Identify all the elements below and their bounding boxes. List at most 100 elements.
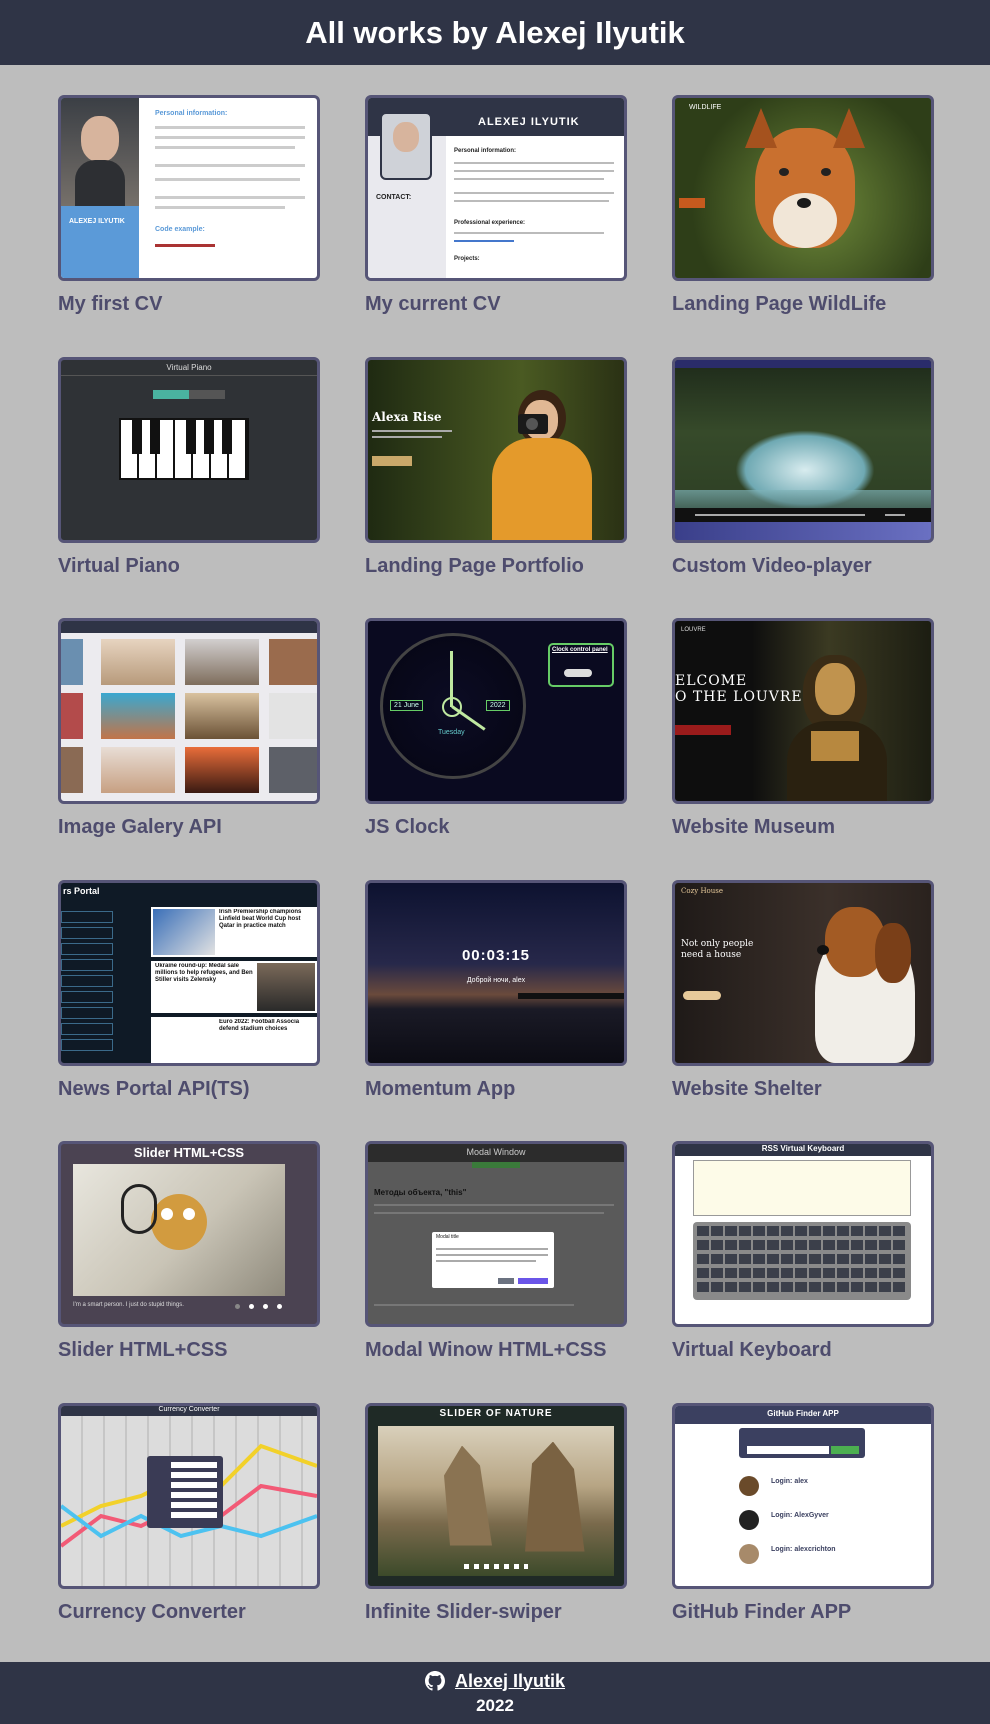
work-title[interactable]: Virtual Piano (58, 555, 320, 578)
momentum-time: 00:03:15 (461, 946, 531, 964)
work-title[interactable]: Momentum App (365, 1078, 627, 1101)
work-title[interactable]: Website Museum (672, 816, 934, 839)
work-thumbnail[interactable]: 21 June 2022 Tuesday Clock control panel (365, 618, 627, 804)
work-title[interactable]: Website Shelter (672, 1078, 934, 1101)
work-card-custom-video-player[interactable]: Custom Video-player (672, 356, 934, 619)
work-thumbnail[interactable]: RSS Virtual Keyboard (672, 1141, 934, 1327)
works-grid: ALEXEJ ILYUTIK Personal information: Cod… (58, 95, 938, 1664)
author-link[interactable]: Alexej Ilyutik (455, 1671, 565, 1692)
cv-name: ALEXEJ ILYUTIK (478, 116, 580, 128)
work-card-landing-wildlife[interactable]: WILDLIFE Landing Page WildLife (672, 95, 934, 357)
work-thumbnail[interactable]: Alexa Rise (365, 356, 627, 543)
work-title[interactable]: Landing Page WildLife (672, 293, 934, 316)
work-thumbnail[interactable]: Slider HTML+CSS I'm a smart person. I ju… (58, 1141, 320, 1327)
modal-page-heading: Методы объекта, "this" (374, 1188, 467, 1197)
work-thumbnail[interactable]: ALEXEJ ILYUTIK CONTACT: Personal informa… (365, 95, 627, 281)
work-card-infinite-slider[interactable]: SLIDER OF NATURE Infinite Slider-swiper (365, 1402, 627, 1665)
cv-personal-label: Personal information: (454, 148, 517, 154)
cv-experience-label: Professional experience: (454, 220, 526, 226)
work-title[interactable]: JS Clock (365, 816, 627, 839)
clock-panel-title: Clock control panel (552, 647, 608, 653)
shelter-brand: Cozy House (681, 886, 723, 895)
work-title[interactable]: My first CV (58, 293, 320, 316)
swiper-title: SLIDER OF NATURE (439, 1407, 553, 1419)
modal-box-title: Modal title (436, 1234, 459, 1240)
work-card-momentum-app[interactable]: 00:03:15 Доброй ночи, alex Momentum App (365, 879, 627, 1142)
work-thumbnail[interactable]: 00:03:15 Доброй ночи, alex (365, 879, 627, 1066)
work-thumbnail[interactable]: Cozy House Not only people need a house (672, 879, 934, 1066)
clock-date: 21 June (390, 700, 423, 711)
work-card-github-finder[interactable]: GitHub Finder APP Login: alex Login: Ale… (672, 1402, 934, 1665)
slider-title: Slider HTML+CSS (133, 1145, 245, 1160)
github-title: GitHub Finder APP (767, 1408, 839, 1418)
work-card-image-galery-api[interactable]: Image Galery API (58, 618, 320, 880)
work-card-landing-portfolio[interactable]: Alexa Rise Landing Page Portfolio (365, 356, 627, 619)
work-thumbnail[interactable]: Virtual Piano (58, 356, 320, 543)
work-thumbnail[interactable] (672, 356, 934, 543)
work-title[interactable]: My current CV (365, 293, 627, 316)
shelter-headline: Not only people need a house (681, 938, 754, 960)
work-card-virtual-piano[interactable]: Virtual Piano Virtual Piano (58, 356, 320, 619)
site-brand: WILDLIFE (689, 104, 722, 111)
cv-code-label: Code example: (155, 226, 205, 233)
github-user-1: Login: alex (771, 1477, 808, 1485)
cv-projects-label: Projects: (454, 256, 480, 262)
work-card-currency-converter[interactable]: Currency Converter Currency Converter (58, 1402, 320, 1665)
news-headline-2: Ukraine round-up: Medal sale millions to… (155, 962, 253, 983)
work-card-website-shelter[interactable]: Cozy House Not only people need a house … (672, 879, 934, 1142)
work-card-my-first-cv[interactable]: ALEXEJ ILYUTIK Personal information: Cod… (58, 95, 320, 357)
work-title[interactable]: Infinite Slider-swiper (365, 1601, 627, 1624)
page-title: All works by Alexej Ilyutik (305, 14, 685, 50)
page-footer: Alexej Ilyutik 2022 (0, 1662, 990, 1724)
museum-headline-2: O THE LOUVRE (675, 689, 803, 705)
github-user-3: Login: alexcrichton (771, 1545, 836, 1553)
news-headline-1: Irish Premiership champions Linfield bea… (219, 908, 302, 929)
work-card-website-museum[interactable]: LOUVRE ELCOME O THE LOUVRE Website Museu… (672, 618, 934, 880)
museum-brand: LOUVRE (681, 627, 706, 633)
work-card-slider-html-css[interactable]: Slider HTML+CSS I'm a smart person. I ju… (58, 1141, 320, 1403)
work-thumbnail[interactable]: SLIDER OF NATURE (365, 1402, 627, 1589)
work-title[interactable]: Custom Video-player (672, 555, 934, 578)
work-thumbnail[interactable]: LOUVRE ELCOME O THE LOUVRE (672, 618, 934, 804)
work-thumbnail[interactable]: Modal Window Методы объекта, "this" Moda… (365, 1141, 627, 1327)
currency-title: Currency Converter (158, 1405, 220, 1413)
momentum-greeting: Доброй ночи, alex (466, 976, 526, 984)
piano-title: Virtual Piano (166, 362, 212, 372)
work-card-news-portal[interactable]: rs Portal Irish Premiership champions Li… (58, 879, 320, 1142)
cv-name: ALEXEJ ILYUTIK (69, 218, 125, 225)
museum-headline-1: ELCOME (675, 673, 748, 689)
cv-contact-label: CONTACT: (376, 194, 412, 201)
work-thumbnail[interactable]: WILDLIFE (672, 95, 934, 281)
page-header: All works by Alexej Ilyutik (0, 0, 990, 65)
cv-section-label: Personal information: (155, 110, 228, 117)
keyboard-title: RSS Virtual Keyboard (761, 1144, 845, 1153)
github-icon[interactable] (424, 1671, 445, 1691)
footer-year: 2022 (476, 1695, 514, 1715)
work-thumbnail[interactable]: ALEXEJ ILYUTIK Personal information: Cod… (58, 95, 320, 281)
work-title[interactable]: News Portal API(TS) (58, 1078, 320, 1101)
work-card-js-clock[interactable]: 21 June 2022 Tuesday Clock control panel… (365, 618, 627, 880)
work-card-virtual-keyboard[interactable]: RSS Virtual Keyboard Virtual Keyboard (672, 1141, 934, 1403)
work-title[interactable]: Landing Page Portfolio (365, 555, 627, 578)
work-thumbnail[interactable]: Currency Converter (58, 1402, 320, 1589)
work-title[interactable]: Currency Converter (58, 1601, 320, 1624)
work-card-modal-window[interactable]: Modal Window Методы объекта, "this" Moda… (365, 1141, 627, 1403)
work-title[interactable]: GitHub Finder APP (672, 1601, 934, 1624)
work-thumbnail[interactable]: GitHub Finder APP Login: alex Login: Ale… (672, 1402, 934, 1589)
news-headline-3: Euro 2022: Football Associa defend stadi… (219, 1018, 300, 1032)
work-title[interactable]: Virtual Keyboard (672, 1339, 934, 1362)
work-title[interactable]: Slider HTML+CSS (58, 1339, 320, 1362)
github-user-2: Login: AlexGyver (771, 1511, 829, 1519)
clock-day: Tuesday (438, 729, 465, 736)
work-title[interactable]: Image Galery API (58, 816, 320, 839)
work-title[interactable]: Modal Winow HTML+CSS (365, 1339, 627, 1362)
work-card-my-current-cv[interactable]: ALEXEJ ILYUTIK CONTACT: Personal informa… (365, 95, 627, 357)
author-link-row: Alexej Ilyutik (424, 1671, 565, 1692)
news-portal-title: rs Portal (63, 885, 100, 896)
clock-year: 2022 (486, 700, 510, 711)
work-thumbnail[interactable]: rs Portal Irish Premiership champions Li… (58, 879, 320, 1066)
work-thumbnail[interactable] (58, 618, 320, 804)
portfolio-name: Alexa Rise (372, 409, 442, 424)
slider-caption: I'm a smart person. I just do stupid thi… (73, 1302, 184, 1308)
modal-page-title: Modal Window (466, 1147, 526, 1157)
